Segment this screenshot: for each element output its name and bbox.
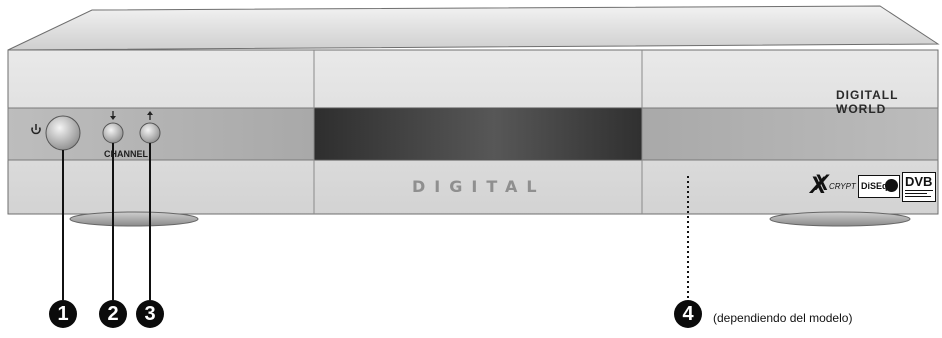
diseqc-logo: DiSEqC <box>858 175 900 198</box>
xcrypt-label: CRYPT <box>829 182 856 191</box>
dvb-text: DVB <box>905 174 933 189</box>
callout-4-note: (dependiendo del modelo) <box>713 311 853 325</box>
brand-logo: DIGITALL WORLD <box>836 88 899 116</box>
power-button[interactable] <box>45 115 81 151</box>
channel-down-button[interactable] <box>102 122 124 144</box>
left-foot <box>69 211 199 227</box>
callout-3: 3 <box>136 300 164 328</box>
receiver-drawing <box>7 5 940 300</box>
front-display <box>313 107 643 161</box>
top-lid <box>7 5 940 51</box>
callout-1: 1 <box>49 300 77 328</box>
right-foot <box>769 211 911 227</box>
channel-up-button[interactable] <box>139 122 161 144</box>
channel-label: CHANNEL <box>104 149 148 159</box>
callout-2: 2 <box>99 300 127 328</box>
callout-4: 4 <box>674 300 702 328</box>
dvb-logo: DVB <box>902 172 936 202</box>
display-label: DIGITAL <box>412 177 546 196</box>
diseqc-dish <box>885 179 898 192</box>
xcrypt-mark: X <box>814 170 829 195</box>
device-illustration: DIGITALL WORLD CHANNEL DIGITAL X X CRYPT… <box>0 0 942 333</box>
